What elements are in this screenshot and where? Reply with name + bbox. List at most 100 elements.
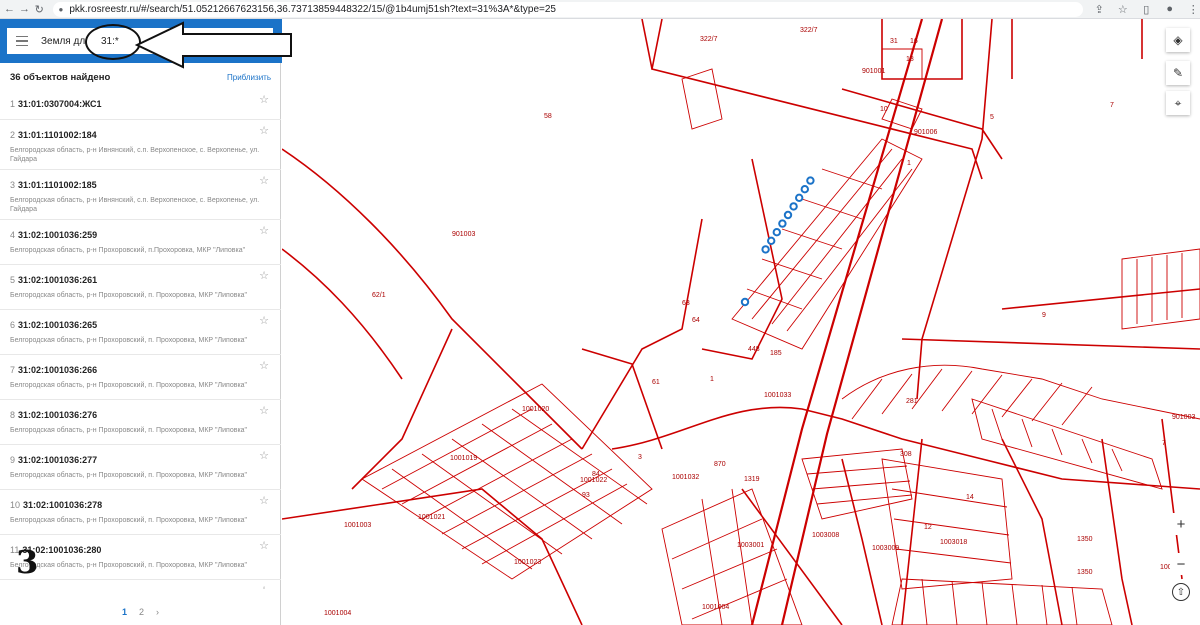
list-item[interactable]: 2 31:01:1101002:184 Белгородская область, … [0,120,281,170]
result-point[interactable] [806,176,815,185]
zoom-out-button[interactable]: − [1170,553,1192,575]
parcel-label: 1 [710,376,714,383]
result-point[interactable] [740,297,750,307]
parcel-label: 1001019 [450,455,477,462]
next-page-icon[interactable]: › [156,607,159,617]
share-icon[interactable]: ⇪ [1093,3,1107,16]
cadastral-number[interactable]: 31:01:1101002:185 [18,180,97,190]
favorite-star-icon[interactable]: ☆ [259,539,269,552]
list-item[interactable]: 3 31:01:1101002:185 Белгородская область, … [0,170,281,220]
parcel-label: 12 [924,524,932,531]
page-1[interactable]: 1 [122,607,127,617]
forward-icon[interactable]: → [19,3,30,15]
result-point[interactable] [800,185,809,194]
item-number: 5 [10,275,16,285]
page-2[interactable]: 2 [139,607,144,617]
sidebar-icon[interactable]: ▯ [1140,3,1154,16]
parcel-label: 62/1 [372,292,386,299]
layer-select[interactable]: Земля дл... [41,36,87,47]
back-icon[interactable]: ← [4,3,15,15]
list-item[interactable]: 11 31:02:1001036:280 Белгородская область,… [0,535,281,580]
parcel-label: 58 [544,113,552,120]
menu-icon[interactable] [11,28,33,54]
parcel-label: 322/7 [800,27,818,34]
favorite-star-icon[interactable]: ☆ [259,269,269,282]
parcel-label: 1001021 [418,514,445,521]
favorite-star-icon[interactable]: ☆ [259,449,269,462]
parcel-label: 1 [907,160,911,167]
list-item[interactable]: 7 31:02:1001036:266 Белгородская область, … [0,355,281,400]
list-item[interactable]: 5 31:02:1001036:261 Белгородская область, … [0,265,281,310]
compass-icon[interactable]: ⇧ [1172,583,1190,601]
list-item[interactable]: 9 31:02:1001036:277 Белгородская область, … [0,445,281,490]
locate-button[interactable]: ⌖ [1166,91,1190,115]
parcel-label: 901003 [1172,414,1195,421]
favorite-star-icon[interactable]: ☆ [259,359,269,372]
cadastral-number[interactable]: 31:01:0307004:ЖС1 [18,99,101,109]
list-item[interactable]: 1 31:01:0307004:ЖС1 ☆ [0,89,281,120]
result-point[interactable] [772,228,781,237]
zoom-in-button[interactable]: + [1170,513,1192,535]
item-address: Белгородская область, р-н Прохоровский, … [10,472,248,479]
parcel-label: 63 [682,300,690,307]
favorite-star-icon[interactable]: ☆ [259,404,269,417]
result-point[interactable] [795,193,804,203]
favorite-star-icon[interactable]: ☆ [259,584,269,589]
list-item[interactable]: 4 31:02:1001036:259 Белгородская область, … [0,220,281,265]
list-item[interactable]: 1231:02:1001036:281Белгородская область,… [0,580,281,589]
profile-icon[interactable]: ● [1163,3,1177,15]
left-panel: Земля дл... ✕ 36 объектов найдено Прибли… [0,19,291,625]
annotation-ellipse [85,24,141,60]
item-address: Белгородская область, р-н Прохоровский, … [10,562,248,569]
parcel-label: 281 [906,398,918,405]
cadastral-number[interactable]: 31:02:1001036:266 [18,365,97,375]
browser-toolbar: ← → ↻ ● pkk.rosreestr.ru/#/search/51.052… [0,0,1200,19]
result-point[interactable] [783,210,793,220]
address-bar[interactable]: ● pkk.rosreestr.ru/#/search/51.052126676… [52,1,1083,17]
result-point[interactable] [761,245,770,254]
favorite-star-icon[interactable]: ☆ [259,314,269,327]
favorite-star-icon[interactable]: ☆ [259,224,269,237]
parcel-label: 1319 [744,476,760,483]
map-canvas: 322/7322/731 1618901001901006575810190100… [282,19,1200,625]
parcel-label: 7 [1110,102,1114,109]
item-number: 2 [10,130,16,140]
layers-button[interactable]: ◈ [1166,28,1190,52]
cadastral-number[interactable]: 31:02:1001036:277 [18,455,97,465]
reload-icon[interactable]: ↻ [34,3,45,16]
parcel-label: 14 [966,494,974,501]
result-point[interactable] [778,219,787,228]
parcel-label: 5 [990,114,994,121]
parcel-label: 322/7 [700,36,718,43]
cadastral-map[interactable]: 322/7 322/7 31 16 18 901001 901006 5 7 58 10 1 90100… [282,19,1200,625]
result-point[interactable] [767,236,776,246]
favorite-star-icon[interactable]: ☆ [259,93,269,106]
favorite-star-icon[interactable]: ☆ [259,494,269,507]
parcel-label: 7 [1162,440,1166,447]
list-item[interactable]: 8 31:02:1001036:276 Белгородская область, … [0,400,281,445]
list-item[interactable]: 6 31:02:1001036:265 Белгородская область, … [0,310,281,355]
ruler-button[interactable]: ✎ [1166,61,1190,85]
item-address: Белгородская область, р-н Прохоровский, … [10,337,248,344]
item-number: 4 [10,230,16,240]
cadastral-number[interactable]: 31:02:1001036:276 [18,410,97,420]
parcel-label: 10 [880,106,888,113]
parcel-label: 18 [906,56,914,63]
favorite-star-icon[interactable]: ☆ [259,174,269,187]
list-item[interactable]: 10 31:02:1001036:278 Белгородская область,… [0,490,281,535]
favorite-star-icon[interactable]: ☆ [259,124,269,137]
parcel-label: 185 [770,350,782,357]
cadastral-number[interactable]: 31:02:1001036:265 [18,320,97,330]
bookmark-star-icon[interactable]: ☆ [1116,3,1130,16]
url-text: pkk.rosreestr.ru/#/search/51.05212667623… [69,3,556,15]
item-address: Белгородская область, р-н Прохоровский, … [10,247,246,254]
parcel-label: 1003001 [737,542,764,549]
cadastral-number[interactable]: 31:02:1001036:278 [23,500,102,510]
item-address: Белгородская область, р-н Прохоровский, … [10,382,248,389]
result-point[interactable] [789,202,798,211]
cadastral-number[interactable]: 31:02:1001036:259 [18,230,97,240]
cadastral-number[interactable]: 31:01:1101002:184 [18,130,97,140]
cadastral-number[interactable]: 31:02:1001036:261 [18,275,97,285]
more-menu-icon[interactable]: ⋮ [1187,3,1200,16]
zoom-to-results-link[interactable]: Приблизить [227,73,271,82]
